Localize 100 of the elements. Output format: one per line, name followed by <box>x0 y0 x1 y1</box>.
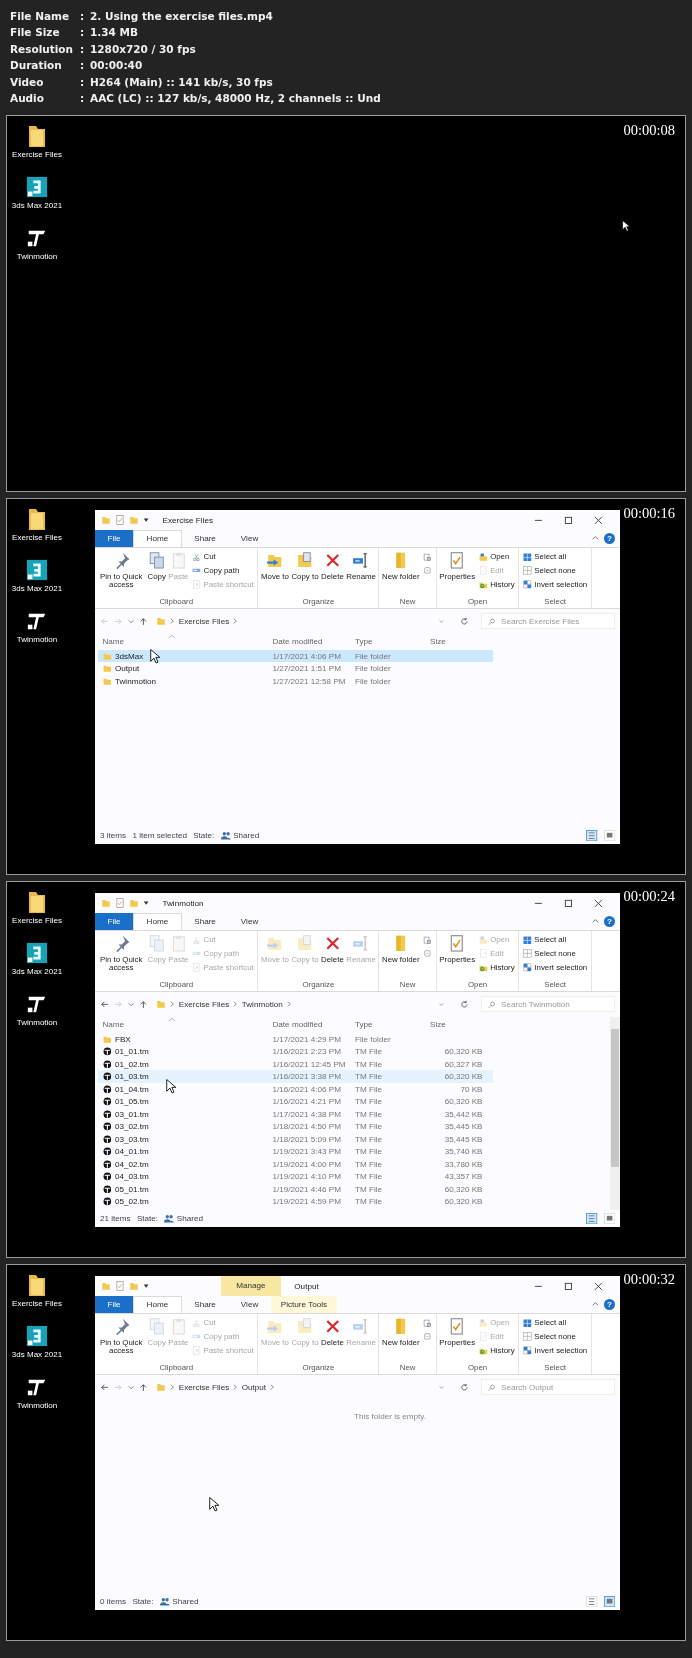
refresh-icon[interactable] <box>460 616 469 626</box>
ribbon-tab[interactable]: Share <box>181 913 229 930</box>
ribbon-button[interactable]: Rename <box>345 550 378 583</box>
breadcrumb-item[interactable]: Exercise Files <box>178 1382 230 1392</box>
address-bar[interactable]: Exercise Files Output <box>152 1379 448 1395</box>
ribbon-button[interactable]: Invert selection <box>520 1343 590 1358</box>
ribbon-button[interactable]: Select none <box>520 1329 590 1344</box>
desktop-icon-label[interactable]: 3ds Max 2021 <box>11 967 63 976</box>
ribbon-button[interactable]: History <box>476 577 518 592</box>
app-tile-icon[interactable] <box>26 941 48 965</box>
ribbon-tab[interactable]: Home <box>133 1296 182 1313</box>
desktop-icon-label[interactable]: 3ds Max 2021 <box>11 1350 63 1359</box>
ribbon-button[interactable]: Delete <box>319 933 345 966</box>
ribbon-tab[interactable]: Home <box>133 913 182 930</box>
chevron-icon[interactable] <box>591 534 600 543</box>
properties-icon[interactable] <box>115 515 125 526</box>
folder-icon[interactable] <box>26 124 48 148</box>
file-row[interactable]: 01_03.tm 1/16/2021 3:38 PM TM File 60,320 KB <box>97 1070 493 1083</box>
folder-icon[interactable] <box>26 507 48 531</box>
column-header[interactable]: Date modified <box>267 637 350 647</box>
ribbon-button[interactable]: Properties <box>438 933 477 966</box>
column-header[interactable]: Type <box>350 1020 425 1030</box>
caret-icon[interactable] <box>142 1283 149 1290</box>
details-view-icon[interactable] <box>586 1212 598 1224</box>
ribbon-button[interactable]: Copy path <box>189 563 257 578</box>
help-button[interactable]: ? <box>603 1298 615 1310</box>
refresh-icon[interactable] <box>460 1382 469 1392</box>
breadcrumb-item[interactable]: Exercise Files <box>178 999 230 1009</box>
search-field[interactable]: Search Output <box>481 1378 615 1396</box>
file-row[interactable]: 01_02.tm 1/16/2021 12:45 PM TM File 60,327 KB <box>97 1057 493 1071</box>
file-row[interactable]: 05_01.tm 1/19/2021 4:46 PM TM File 60,320 KB <box>97 1182 493 1196</box>
ribbon-button[interactable]: Copy to <box>290 550 320 583</box>
file-row[interactable]: 01_05.tm 1/16/2021 4:21 PM TM File 60,320 KB <box>97 1095 493 1108</box>
ribbon-button[interactable]: Open <box>476 550 518 564</box>
column-header[interactable]: Date modified <box>267 1020 350 1030</box>
ribbon-button[interactable]: Delete <box>319 1316 345 1349</box>
close-icon[interactable] <box>593 1281 603 1291</box>
up-arrow-icon[interactable] <box>138 616 148 626</box>
file-row[interactable]: 04_01.tm 1/19/2021 3:43 PM TM File 35,740 KB <box>97 1145 493 1158</box>
file-row[interactable]: 03_03.tm 1/18/2021 5:09 PM TM File 35,445 KB <box>97 1132 493 1146</box>
ribbon-button[interactable]: Move to <box>259 550 291 583</box>
scrollbar[interactable] <box>610 1016 620 1210</box>
file-row[interactable]: Twinmotion 1/27/2021 12:58 PM File folder <box>97 674 493 688</box>
file-row[interactable]: 05_02.tm 1/19/2021 4:59 PM TM File 60,320 KB <box>97 1195 493 1208</box>
ribbon-tab[interactable]: View <box>228 530 271 547</box>
caret-icon[interactable] <box>142 517 149 524</box>
ribbon-tab[interactable]: Home <box>133 530 182 547</box>
ribbon-button[interactable]: Select all <box>520 933 590 947</box>
maximize-icon[interactable] <box>563 1281 573 1291</box>
search-field[interactable]: Search Exercise Files <box>481 612 615 630</box>
file-row[interactable]: Output 1/27/2021 1:51 PM File folder <box>97 662 493 675</box>
desktop-icon-label[interactable]: Exercise Files <box>12 1299 62 1308</box>
chevron-icon[interactable] <box>591 917 600 926</box>
ribbon-button[interactable]: Pin to Quick access <box>96 933 147 975</box>
app-tile-icon[interactable] <box>26 558 48 582</box>
ribbon-tab[interactable]: Picture Tools <box>270 1296 338 1313</box>
desktop-icon-label[interactable]: Twinmotion <box>16 635 58 644</box>
back-arrow-icon[interactable] <box>100 999 109 1009</box>
folder-icon[interactable] <box>26 890 48 914</box>
ribbon-button[interactable]: Delete <box>319 550 345 583</box>
file-row[interactable]: 04_03.tm 1/19/2021 4:10 PM TM File 43,357 KB <box>97 1170 493 1183</box>
ribbon-button[interactable]: Properties <box>438 550 477 583</box>
ribbon-button[interactable]: History <box>476 1343 518 1358</box>
breadcrumb-item[interactable]: Output <box>241 1382 267 1392</box>
help-button[interactable]: ? <box>603 532 615 544</box>
ribbon-tab[interactable]: Share <box>181 530 229 547</box>
file-row[interactable]: 03_01.tm 1/17/2021 4:38 PM TM File 35,442 KB <box>97 1107 493 1121</box>
ribbon-button[interactable]: Select none <box>520 563 590 578</box>
dropdown-icon[interactable] <box>438 1000 444 1008</box>
folder-icon[interactable] <box>26 1273 48 1297</box>
dropdown-icon[interactable] <box>438 1383 444 1391</box>
ribbon-tab[interactable]: View <box>228 1296 271 1313</box>
dropdown-icon[interactable] <box>438 617 444 625</box>
app-tile-icon[interactable] <box>26 1324 48 1348</box>
up-arrow-icon[interactable] <box>138 999 148 1009</box>
desktop-icon-label[interactable]: 3ds Max 2021 <box>11 584 63 593</box>
ribbon-button[interactable]: Select all <box>520 550 590 564</box>
help-button[interactable]: ? <box>603 915 615 927</box>
desktop-icon-label[interactable]: Twinmotion <box>16 1018 58 1027</box>
ribbon-tab[interactable]: File <box>95 1296 134 1313</box>
close-icon[interactable] <box>593 898 603 908</box>
desktop-icon-label[interactable]: Twinmotion <box>16 252 58 261</box>
file-row[interactable]: 04_02.tm 1/19/2021 4:00 PM TM File 33,780 KB <box>97 1157 493 1171</box>
file-row[interactable]: 01_04.tm 1/16/2021 4:06 PM TM File 70 KB <box>97 1082 493 1096</box>
caret-icon[interactable] <box>142 900 149 907</box>
ribbon-button[interactable]: Invert selection <box>520 577 590 592</box>
column-header[interactable]: Type <box>350 637 425 647</box>
ribbon-button[interactable]: Copy <box>146 550 168 583</box>
desktop-icon-label[interactable]: Exercise Files <box>12 150 62 159</box>
breadcrumb-item[interactable]: Twinmotion <box>241 999 283 1009</box>
address-bar[interactable]: Exercise Files Twinmotion <box>152 996 448 1012</box>
breadcrumb-item[interactable]: Exercise Files <box>178 616 230 626</box>
properties-icon[interactable] <box>115 1281 125 1292</box>
column-header[interactable]: Name <box>97 637 268 647</box>
ribbon-tab[interactable]: View <box>228 913 271 930</box>
address-bar[interactable]: Exercise Files <box>152 613 448 629</box>
ribbon-button[interactable]: Cut <box>189 550 257 564</box>
chevron-icon[interactable] <box>591 1300 600 1309</box>
ribbon-tab[interactable]: File <box>95 530 134 547</box>
maximize-icon[interactable] <box>563 898 573 908</box>
